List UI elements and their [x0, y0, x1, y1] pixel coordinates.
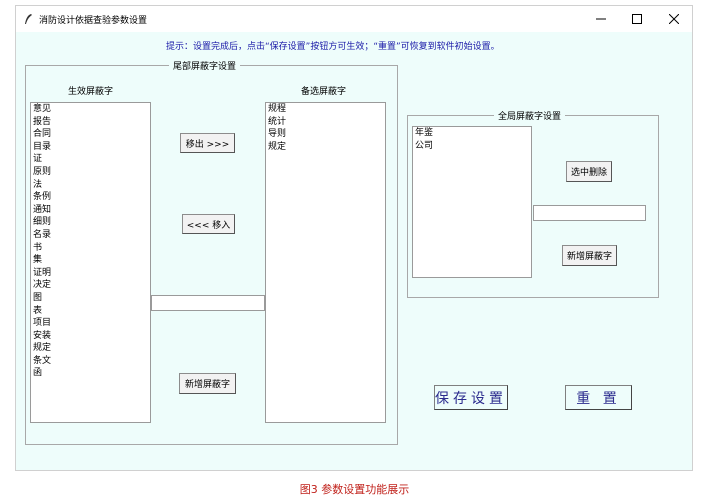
list-item[interactable]: 规程 [266, 103, 385, 116]
list-item[interactable]: 集 [31, 254, 150, 267]
feather-icon [25, 14, 32, 24]
list-item[interactable]: 公司 [413, 140, 531, 153]
list-item[interactable]: 名录 [31, 229, 150, 242]
global-group-title: 全局屏蔽字设置 [494, 109, 566, 122]
active-mask-label: 生效屏蔽字 [68, 87, 114, 97]
list-item[interactable]: 证 [31, 153, 150, 166]
list-item[interactable]: 安装 [31, 330, 150, 343]
reset-button[interactable]: 重 置 [565, 385, 632, 410]
tail-new-mask-input[interactable] [151, 295, 265, 311]
list-item[interactable]: 通知 [31, 204, 150, 217]
list-item[interactable]: 条文 [31, 355, 150, 368]
hint-text: 提示：设置完成后，点击“保存设置”按钮方可生效；“重置”可恢复到软件初始设置。 [166, 42, 500, 52]
list-item[interactable]: 细则 [31, 216, 150, 229]
maximize-button[interactable] [622, 10, 652, 28]
list-item[interactable]: 书 [31, 242, 150, 255]
minimize-button[interactable] [586, 10, 616, 28]
list-item[interactable]: 合同 [31, 128, 150, 141]
list-item[interactable]: 导则 [266, 128, 385, 141]
window-title: 消防设计依据查验参数设置 [39, 16, 148, 26]
close-button[interactable] [659, 10, 689, 28]
delete-selected-button[interactable]: 选中删除 [566, 161, 612, 182]
list-item[interactable]: 年鉴 [413, 127, 531, 140]
candidate-mask-label: 备选屏蔽字 [301, 87, 347, 97]
figure-caption: 图3 参数设置功能展示 [299, 483, 410, 496]
list-item[interactable]: 规定 [266, 141, 385, 154]
tail-add-mask-button[interactable]: 新增屏蔽字 [179, 373, 236, 394]
title-bar: 消防设计依据查验参数设置 [16, 6, 692, 32]
candidate-mask-list[interactable]: 规程 统计 导则 规定 [265, 102, 386, 423]
save-settings-button[interactable]: 保存设置 [434, 385, 508, 410]
active-mask-list[interactable]: 意见 报告 合同 目录证原则法条例 通知 细则 名录书集证明 决定图表项目 安装 规定 条文函 [30, 102, 151, 423]
settings-window: 消防设计依据查验参数设置 提示：设置完成后，点击“保存设置”按钮方可生效；“重置… [15, 5, 693, 471]
maximize-icon [632, 14, 642, 24]
list-item[interactable]: 规定 [31, 342, 150, 355]
tail-group-title: 尾部屏蔽字设置 [169, 59, 241, 72]
list-item[interactable]: 原则 [31, 166, 150, 179]
list-item[interactable]: 决定 [31, 279, 150, 292]
list-item[interactable]: 目录 [31, 141, 150, 154]
move-in-button[interactable]: <<< 移入 [182, 214, 235, 234]
list-item[interactable]: 表 [31, 305, 150, 318]
global-new-mask-input[interactable] [533, 205, 646, 221]
list-item[interactable]: 证明 [31, 267, 150, 280]
list-item[interactable]: 法 [31, 179, 150, 192]
list-item[interactable]: 项目 [31, 317, 150, 330]
global-mask-list[interactable]: 年鉴 公司 [412, 126, 532, 278]
list-item[interactable]: 函 [31, 367, 150, 380]
close-icon [669, 14, 679, 24]
list-item[interactable]: 条例 [31, 191, 150, 204]
list-item[interactable]: 统计 [266, 116, 385, 129]
list-item[interactable]: 报告 [31, 116, 150, 129]
global-add-mask-button[interactable]: 新增屏蔽字 [562, 245, 617, 266]
move-out-button[interactable]: 移出 >>> [180, 133, 235, 153]
list-item[interactable]: 意见 [31, 103, 150, 116]
list-item[interactable]: 图 [31, 292, 150, 305]
minimize-icon [596, 18, 606, 20]
